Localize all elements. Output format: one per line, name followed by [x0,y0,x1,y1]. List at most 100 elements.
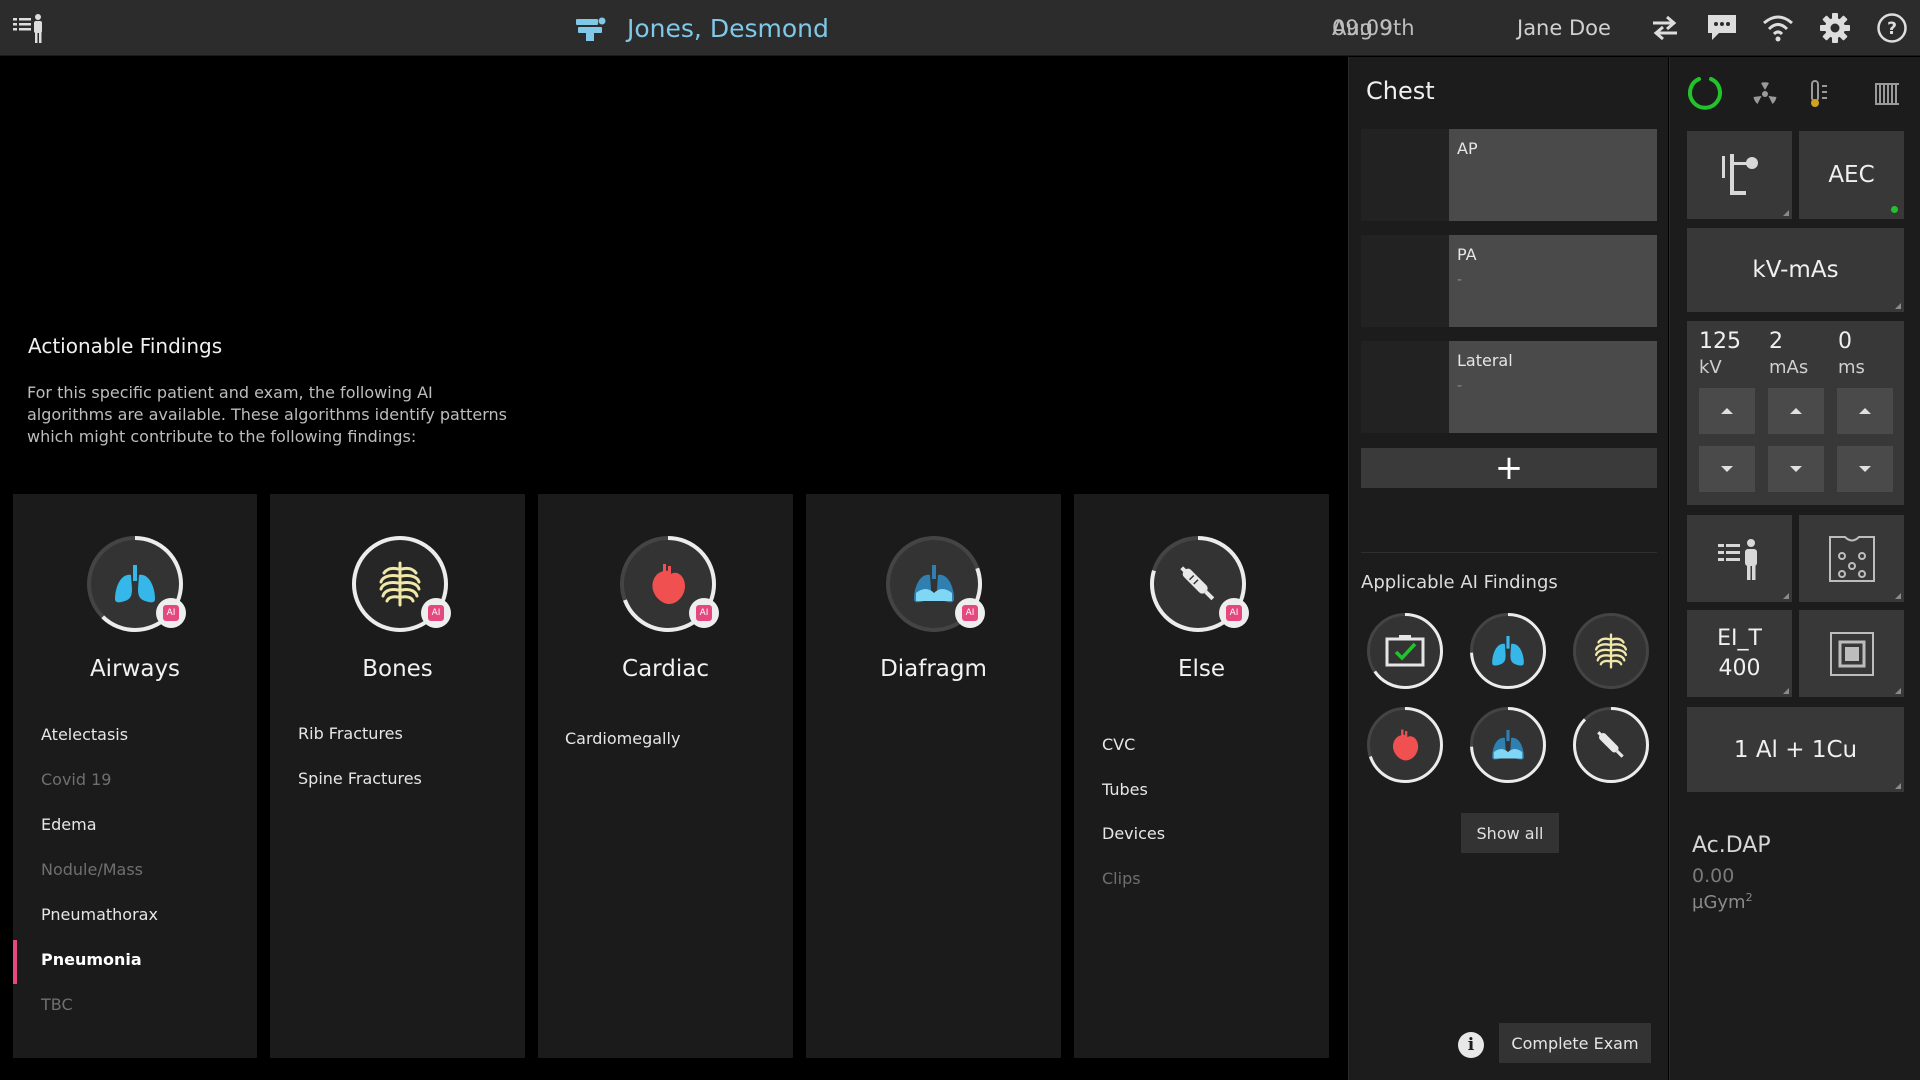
aec-chambers-tile[interactable] [1799,515,1904,602]
ms-increase-button[interactable] [1837,388,1893,434]
settings-icon[interactable] [1819,0,1851,56]
view-thumbnail [1361,129,1449,221]
finding-cvc[interactable]: CVC [1102,735,1135,754]
mas-unit: mAs [1769,357,1809,378]
ai-finding-diafragm[interactable] [1470,707,1546,783]
ai-badge-icon: AI [421,598,451,628]
complete-exam-button[interactable]: Complete Exam [1499,1023,1651,1063]
aec-tile[interactable]: AEC [1799,131,1904,219]
chat-icon[interactable] [1706,0,1738,56]
finding-covid-19[interactable]: Covid 19 [41,770,111,789]
view-card[interactable]: Lateral - [1449,341,1657,433]
filter-tile[interactable]: 1 Al + 1Cu [1687,707,1904,792]
ai-finding-cardiac[interactable] [1367,707,1443,783]
info-icon[interactable]: i [1458,1032,1484,1058]
chevron-up-icon [1721,408,1733,414]
finding-devices[interactable]: Devices [1102,824,1165,843]
mas-value: 2 [1769,329,1783,354]
ai-badge-icon: AI [955,598,985,628]
technique-tile[interactable]: kV-mAs [1687,228,1904,312]
actionable-findings-description: For this specific patient and exam, the … [27,383,507,446]
tile-corner [1783,210,1789,216]
help-icon[interactable]: ? [1876,0,1908,56]
exposure-index-tile[interactable]: EI_T 400 [1687,610,1792,697]
patient-list-menu-icon[interactable] [12,0,46,56]
ai-badge-label: AI [1226,605,1242,621]
collimation-tile[interactable] [1799,610,1904,697]
add-view-button[interactable]: + [1361,448,1657,488]
ai-badge-label: AI [163,605,179,621]
time-label: 09:09 [1332,16,1393,40]
kv-increase-button[interactable] [1699,388,1755,434]
dap-label: Ac.DAP [1692,833,1771,858]
view-card[interactable]: PA - [1449,235,1657,327]
view-sub: - [1457,378,1463,394]
category-card-bones[interactable]: AI Bones Rib Fractures Spine Fractures [270,494,525,1058]
ai-finding-airways[interactable] [1470,613,1546,689]
patient-name[interactable]: Jones, Desmond [627,0,829,56]
view-sub: - [1457,272,1463,288]
category-card-airways[interactable]: AI Airways Atelectasis Covid 19 Edema No… [13,494,257,1058]
chevron-up-icon [1859,408,1871,414]
finding-edema[interactable]: Edema [41,815,97,834]
top-bar: Jones, Desmond Aug 9th 09:09 Jane Doe ? [0,0,1920,56]
wifi-icon[interactable] [1762,0,1794,56]
category-card-cardiac[interactable]: AI Cardiac Cardiomegally [538,494,793,1058]
ai-finding-bones[interactable] [1573,613,1649,689]
chevron-up-icon [1790,408,1802,414]
category-title: Airways [89,656,181,682]
view-label: AP [1457,139,1478,158]
category-title: Else [1177,656,1226,682]
mas-increase-button[interactable] [1768,388,1824,434]
ai-badge-icon: AI [689,598,719,628]
exposure-parameters-tile: 125 kV 2 mAs 0 ms [1687,321,1904,505]
ai-badge-icon: AI [1219,598,1249,628]
swap-icon[interactable] [1649,0,1681,56]
patient-size-tile[interactable] [1687,515,1792,602]
finding-tubes[interactable]: Tubes [1102,780,1148,799]
wall-stand-icon [1687,131,1792,219]
view-ap[interactable]: AP [1361,129,1657,221]
detector-temperature-icon[interactable] [1808,79,1830,113]
show-all-button[interactable]: Show all [1461,813,1559,853]
finding-atelectasis[interactable]: Atelectasis [41,725,128,744]
view-lateral[interactable]: Lateral - [1361,341,1657,433]
ai-badge-label: AI [428,605,444,621]
positioning-tile[interactable] [1687,131,1792,219]
category-card-else[interactable]: AI Else CVC Tubes Devices Clips [1074,494,1329,1058]
dap-unit-exponent: 2 [1745,891,1753,904]
tile-corner [1895,688,1901,694]
category-card-diafragm[interactable]: AI Diafragm [806,494,1061,1058]
patient-list-icon [1687,515,1792,602]
ei-label: EI_T [1717,625,1762,651]
chevron-down-icon [1859,466,1871,472]
exam-title: Chest [1366,77,1435,105]
tile-corner [1783,688,1789,694]
view-card[interactable]: AP [1449,129,1657,221]
finding-clips[interactable]: Clips [1102,869,1141,888]
ms-decrease-button[interactable] [1837,446,1893,492]
ai-finding-checklist[interactable] [1367,613,1443,689]
kv-decrease-button[interactable] [1699,446,1755,492]
finding-pneumathorax[interactable]: Pneumathorax [41,905,158,924]
finding-tbc[interactable]: TBC [41,995,73,1014]
ai-finding-else[interactable] [1573,707,1649,783]
view-pa[interactable]: PA - [1361,235,1657,327]
finding-nodule-mass[interactable]: Nodule/Mass [41,860,143,879]
radiation-icon[interactable] [1752,81,1778,111]
finding-cardiomegally[interactable]: Cardiomegally [565,729,680,748]
ei-value: 400 [1718,655,1761,681]
kv-value: 125 [1699,329,1741,354]
grid-icon[interactable] [1874,81,1900,111]
user-name[interactable]: Jane Doe [1517,0,1611,56]
mas-decrease-button[interactable] [1768,446,1824,492]
kv-unit: kV [1699,357,1722,378]
finding-spine-fractures[interactable]: Spine Fractures [298,769,422,788]
view-label: PA [1457,245,1477,264]
category-title: Bones [362,656,433,682]
tile-corner [1783,593,1789,599]
applicable-ai-findings-title: Applicable AI Findings [1361,572,1558,593]
finding-pneumonia[interactable]: Pneumonia [41,950,142,969]
finding-rib-fractures[interactable]: Rib Fractures [298,724,403,743]
tile-corner [1895,593,1901,599]
